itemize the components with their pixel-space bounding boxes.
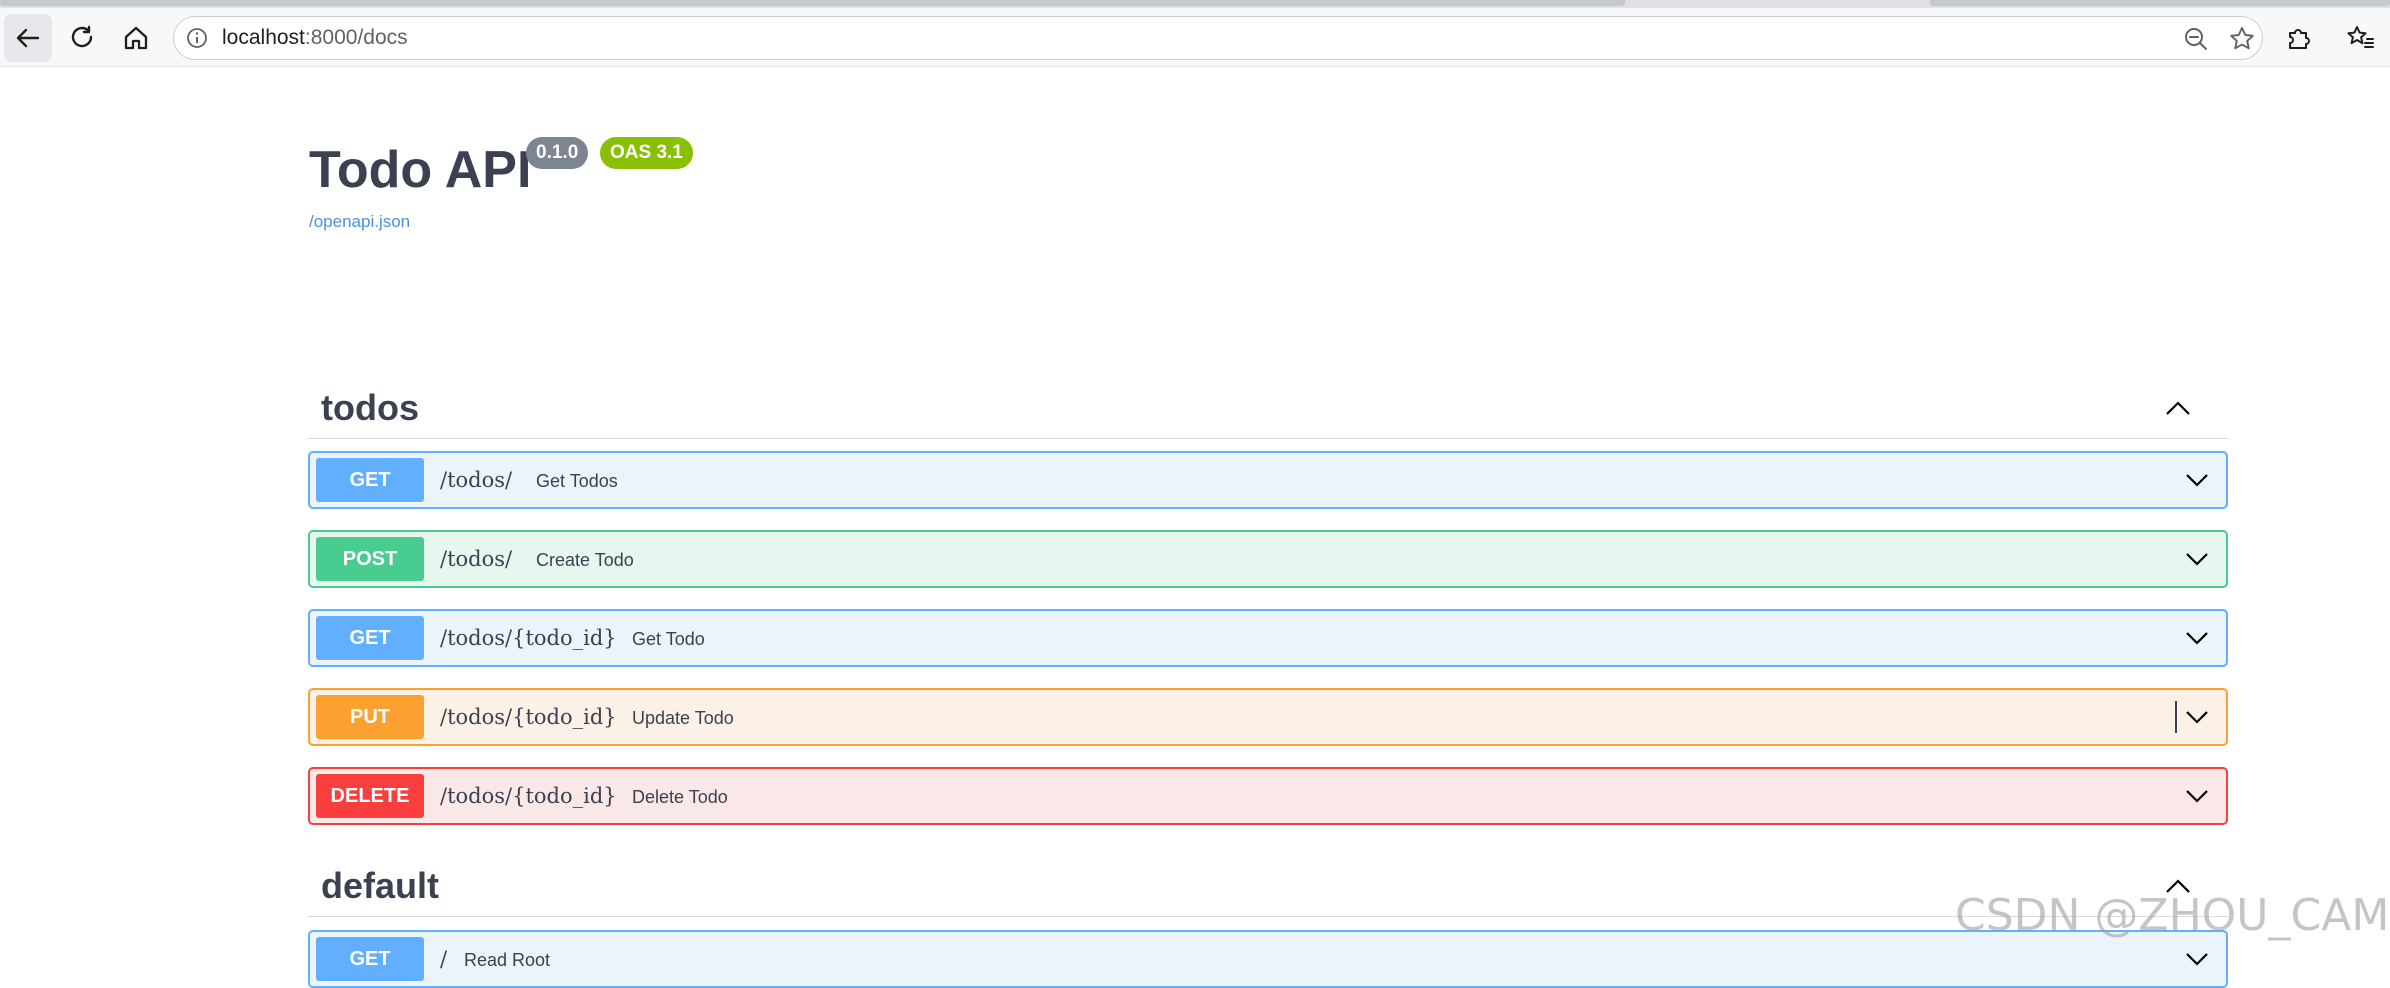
method-badge: PUT <box>316 695 424 739</box>
tab-strip <box>0 0 2390 8</box>
operation-summary: Get Todos <box>536 471 618 491</box>
chevron-down-icon[interactable] <box>2184 950 2210 968</box>
zoom-out-icon[interactable] <box>2182 25 2210 53</box>
oas-badge: OAS 3.1 <box>600 137 693 169</box>
browser-toolbar: localhost:8000/docs <box>0 8 2390 67</box>
extensions-button[interactable] <box>2275 14 2323 62</box>
page-title: Todo API <box>309 141 532 199</box>
star-icon[interactable] <box>2228 25 2256 53</box>
operation-path: /todos/ <box>440 468 513 492</box>
chevron-down-icon[interactable] <box>2184 708 2210 726</box>
favorites-icon <box>2347 26 2374 48</box>
operation-get-todo[interactable]: GET /todos/{todo_id} Get Todo <box>308 609 2228 667</box>
operation-path: / <box>440 947 448 971</box>
home-icon <box>124 26 148 50</box>
reload-button[interactable] <box>58 14 106 62</box>
url-text[interactable]: localhost:8000/docs <box>222 17 408 59</box>
watermark: CSDN @ZHOU_CAMP <box>1955 890 2390 941</box>
puzzle-icon <box>2289 29 2310 49</box>
operation-summary: Get Todo <box>632 629 705 649</box>
operation-create-todo[interactable]: POST /todos/ Create Todo <box>308 530 2228 588</box>
address-bar[interactable]: localhost:8000/docs <box>173 16 2263 60</box>
swagger-ui: Todo API 0.1.0 OAS 3.1 /openapi.json tod… <box>5 67 2390 988</box>
tab[interactable] <box>1930 0 2390 6</box>
tab[interactable] <box>0 0 1625 6</box>
chevron-down-icon[interactable] <box>2184 629 2210 647</box>
version-badge: 0.1.0 <box>526 137 589 169</box>
method-badge: GET <box>316 458 424 502</box>
openapi-json-link[interactable]: /openapi.json <box>309 212 410 232</box>
operation-summary: Delete Todo <box>632 787 728 807</box>
operation-path: /todos/ <box>440 547 513 571</box>
operation-summary: Create Todo <box>536 550 634 570</box>
operation-update-todo[interactable]: PUT /todos/{todo_id} Update Todo <box>308 688 2228 746</box>
method-badge: GET <box>316 616 424 660</box>
arrow-left-icon <box>16 28 40 48</box>
chevron-down-icon[interactable] <box>2184 550 2210 568</box>
divider <box>2175 701 2177 733</box>
tag-todos-header[interactable]: todos <box>308 377 2228 439</box>
chevron-down-icon[interactable] <box>2184 787 2210 805</box>
method-badge: DELETE <box>316 774 424 818</box>
chevron-down-icon[interactable] <box>2184 471 2210 489</box>
method-badge: GET <box>316 937 424 981</box>
info-icon[interactable] <box>184 25 210 51</box>
back-button[interactable] <box>4 14 52 62</box>
favorites-button[interactable] <box>2336 14 2384 62</box>
operation-summary: Read Root <box>464 950 551 970</box>
operation-path: /todos/{todo_id} <box>440 626 617 650</box>
operation-read-root[interactable]: GET / Read Root <box>308 930 2228 988</box>
method-badge: POST <box>316 537 424 581</box>
operation-get-todos[interactable]: GET /todos/ Get Todos <box>308 451 2228 509</box>
tag-name: default <box>321 865 440 906</box>
home-button[interactable] <box>112 14 160 62</box>
tag-name: todos <box>321 387 419 428</box>
reload-icon <box>71 25 93 48</box>
operation-delete-todo[interactable]: DELETE /todos/{todo_id} Delete Todo <box>308 767 2228 825</box>
chevron-up-icon[interactable] <box>2164 397 2192 419</box>
tag-default-header[interactable]: default <box>308 855 2228 917</box>
operation-path: /todos/{todo_id} <box>440 705 617 729</box>
operation-summary: Update Todo <box>632 708 734 728</box>
operation-path: /todos/{todo_id} <box>440 784 617 808</box>
